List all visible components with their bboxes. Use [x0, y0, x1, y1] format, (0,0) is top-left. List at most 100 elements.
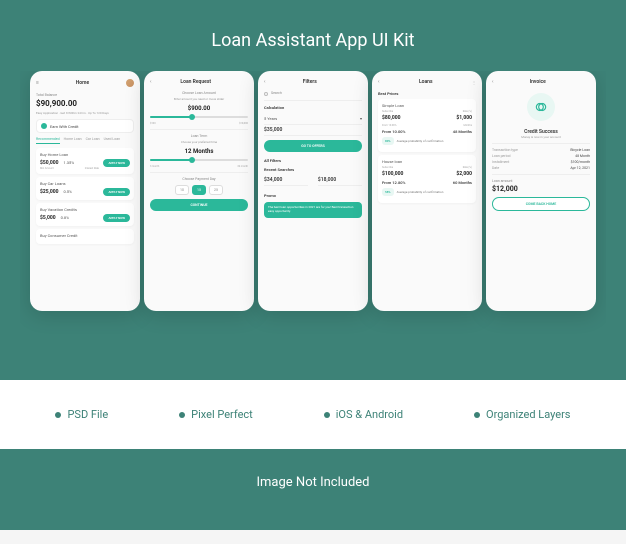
search-input[interactable]: Search: [264, 91, 362, 101]
offer-rate: $2,000: [456, 171, 472, 177]
offer-amount: $100,000: [382, 171, 403, 177]
loan-name: Buy Consumer Credit: [40, 233, 130, 238]
min-label: Min Amount: [40, 167, 54, 170]
feature-label: Organized Layers: [486, 408, 570, 421]
detail-value: Apr 12, 2021: [570, 166, 590, 170]
come-back-home-button[interactable]: COME BACK HOME: [492, 197, 590, 211]
footer: Image Not Included: [0, 449, 626, 530]
loan-card[interactable]: Buy Consumer Credit: [36, 229, 134, 244]
term-dropdown[interactable]: 5 Years ▾: [264, 113, 362, 125]
bullet-icon: [55, 412, 61, 418]
from-value: From 12.80%: [382, 180, 406, 185]
rate-label: Interest Rate: [85, 167, 99, 170]
apply-button[interactable]: APPLY NOW: [103, 188, 130, 196]
loan-card[interactable]: Buy Car Loans $25,000 0.5% APPLY NOW: [36, 177, 134, 200]
earn-label: Earn With Credit: [50, 124, 79, 129]
screen-filters: ‹ Filters Search Calculation 5 Years ▾ $…: [258, 71, 368, 311]
loan-rate: 0.8%: [61, 215, 69, 220]
feature-label: iOS & Android: [336, 408, 403, 421]
page-title: Filters: [266, 79, 354, 85]
features-row: PSD File Pixel Perfect iOS & Android Org…: [0, 380, 626, 449]
loan-offer-card[interactable]: Simple Loan Subscribe Rate (%) $80,000 $…: [378, 99, 476, 152]
promo-label: Promo: [264, 193, 362, 198]
payday-label: Choose Payment Day: [150, 177, 248, 181]
term-sub: Choose your preferred time: [150, 140, 248, 144]
day-chips: 10 15 25: [150, 185, 248, 195]
loan-card[interactable]: Buy Vacation Credits $5,000 0.8% APPLY N…: [36, 203, 134, 226]
day-chip-25[interactable]: 25: [209, 185, 223, 195]
feature-label: PSD File: [67, 408, 108, 421]
loan-name: Buy Vacation Credits: [40, 207, 130, 212]
success-sub: Money is now in your account: [492, 135, 590, 139]
months-label: Months: [464, 124, 472, 127]
filter-icon[interactable]: ⋮: [472, 80, 476, 85]
tab-car-loan[interactable]: Car Loan: [86, 137, 100, 144]
detail-value: $100/month: [571, 160, 590, 164]
avatar[interactable]: [126, 79, 134, 87]
recent-item[interactable]: $18,000: [318, 175, 362, 186]
loan-name: Simple Loan: [382, 103, 472, 108]
probability-text: Average probability of confirmation: [397, 139, 444, 143]
detail-label: Installment: [492, 160, 509, 164]
offer-rate: $1,000: [456, 115, 472, 121]
term-slider[interactable]: [150, 159, 248, 161]
hero-title: Loan Assistant App UI Kit: [20, 30, 606, 51]
term-min: 3 month: [150, 165, 159, 168]
loan-name: Buy Car Loans: [40, 181, 130, 186]
day-chip-15[interactable]: 15: [192, 185, 206, 195]
best-prices-label: Best Prices: [378, 91, 476, 96]
apply-button[interactable]: APPLY NOW: [103, 159, 130, 167]
from-label: From 10.00%: [382, 124, 397, 127]
loan-amount: $50,000: [40, 160, 58, 166]
amount-sub: Enter amount you need or move slider: [150, 97, 248, 101]
tab-recommended[interactable]: Recommended: [36, 137, 60, 144]
hero-section: Loan Assistant App UI Kit ≡ Home Total B…: [0, 0, 626, 380]
tab-home-loan[interactable]: Home Loan: [64, 137, 82, 144]
feature-label: Pixel Perfect: [191, 408, 253, 421]
months-value: 48 Months: [453, 129, 472, 134]
calc-label: Calculation: [264, 105, 362, 110]
term-value: 5 Years: [264, 116, 277, 121]
amount-label: Choose Loan Amount: [150, 91, 248, 95]
probability-badge: 80%: [382, 137, 394, 145]
term-label: Loan Term: [150, 134, 248, 138]
bullet-icon: [179, 412, 185, 418]
recent-row: $34,000 $18,000: [264, 175, 362, 189]
amount-field[interactable]: $35,000: [264, 125, 362, 136]
tab-used-loan[interactable]: Used Loan: [104, 137, 121, 144]
detail-label: Transaction type: [492, 148, 518, 152]
loan-name: House loan: [382, 159, 472, 164]
coin-icon: [41, 123, 47, 129]
feature-item: Organized Layers: [474, 408, 570, 421]
loan-offer-card[interactable]: House loan Subscribe Rate (%) $100,000 $…: [378, 155, 476, 203]
months-value: 60 Months: [453, 180, 472, 185]
probability-text: Average probability of confirmation: [397, 190, 444, 194]
page-title: Invoice: [494, 79, 582, 85]
sub-label: Subscribe: [382, 110, 393, 113]
footer-text: Image Not Included: [257, 475, 370, 490]
feature-item: PSD File: [55, 408, 108, 421]
slider-min: $100: [150, 122, 156, 125]
earn-card[interactable]: Earn With Credit: [36, 119, 134, 133]
loan-card[interactable]: Buy Home Loan $50,000 1.35% APPLY NOW Mi…: [36, 148, 134, 174]
loan-amount: $5,000: [40, 215, 56, 221]
amount-slider[interactable]: [150, 116, 248, 118]
term-max: 36 month: [237, 165, 248, 168]
promo-card[interactable]: The best loan opportunities in 2021 are …: [264, 202, 362, 218]
search-icon: [264, 92, 268, 96]
detail-row: Date Apr 12, 2021: [492, 166, 590, 170]
offer-amount: $80,000: [382, 115, 400, 121]
go-to-offers-button[interactable]: GO TO OFFERS: [264, 140, 362, 152]
day-chip-10[interactable]: 10: [175, 185, 189, 195]
loan-name: Buy Home Loan: [40, 152, 130, 157]
from-value: From 10.00%: [382, 129, 406, 134]
rate-label: Rate (%): [463, 110, 472, 113]
page-title: Loans: [380, 79, 472, 85]
apply-button[interactable]: APPLY NOW: [103, 214, 130, 222]
invoice-amount: $12,000: [492, 185, 590, 193]
recent-item[interactable]: $34,000: [264, 175, 308, 186]
slider-max: $10,000: [239, 122, 248, 125]
continue-button[interactable]: CONTINUE: [150, 199, 248, 211]
detail-row: Loan period 48 Month: [492, 154, 590, 158]
detail-label: Date: [492, 166, 499, 170]
